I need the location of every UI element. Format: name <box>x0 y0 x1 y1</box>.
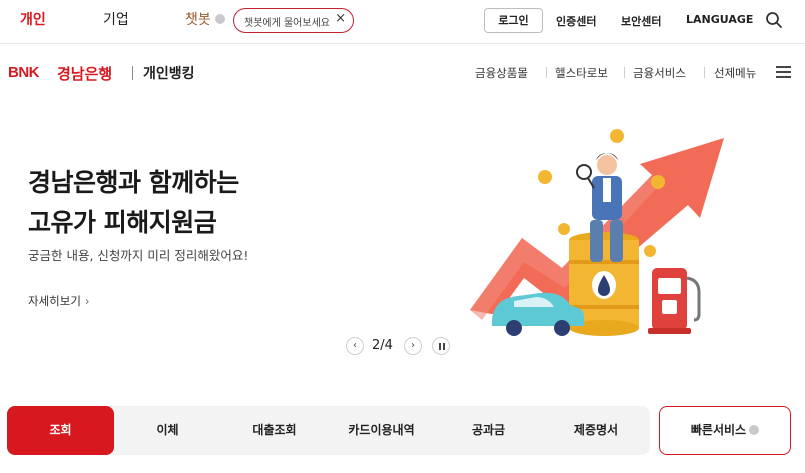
hero-subtitle: 궁금한 내용, 신청까지 미리 정리해왔어요! <box>28 248 249 263</box>
chatbot-label[interactable]: 챗봇 <box>185 9 211 29</box>
gnb-item-all-menu[interactable]: 선제메뉴 <box>714 65 756 81</box>
security-center-link[interactable]: 보안센터 <box>621 13 661 29</box>
gnb-divider <box>624 67 625 78</box>
carousel-next-button[interactable]: › <box>404 337 422 355</box>
gnb-divider <box>546 67 547 78</box>
logo-bnk: BNK <box>8 64 40 81</box>
quick-item-utility-bills[interactable]: 공과금 <box>435 406 542 455</box>
search-icon[interactable] <box>765 11 783 29</box>
chatbot-input[interactable]: 챗봇에게 물어보세요 × <box>233 8 354 33</box>
hero-title: 경남은행과 함께하는 고유가 피해지원금 <box>28 163 239 243</box>
carousel-page-indicator: 2/4 <box>372 338 393 353</box>
quick-item-transfer[interactable]: 이체 <box>114 406 221 455</box>
login-button[interactable]: 로그인 <box>484 8 543 33</box>
gnb-divider <box>704 67 705 78</box>
hero-title-line2: 고유가 피해지원금 <box>28 208 217 237</box>
quick-item-certificates[interactable]: 제증명서 <box>542 406 650 455</box>
service-title[interactable]: 개인뱅킹 <box>143 63 195 83</box>
quick-item-card-history[interactable]: 카드이용내역 <box>328 406 435 455</box>
menu-icon[interactable] <box>776 66 791 78</box>
tab-personal[interactable]: 개인 <box>20 9 46 29</box>
chatbot-placeholder: 챗봇에게 물어보세요 <box>244 18 330 29</box>
cert-center-link[interactable]: 인증센터 <box>556 13 596 29</box>
carousel-prev-button[interactable]: ‹ <box>346 337 364 355</box>
logo-bank-name: 경남은행 <box>57 65 113 83</box>
quick-item-loan[interactable]: 대출조회 <box>221 406 328 455</box>
chevron-right-icon: › <box>84 294 90 308</box>
quick-menu-bar: 조회 이체 대출조회 카드이용내역 공과금 제증명서 <box>7 406 650 455</box>
fast-service-label: 빠른서비스 <box>690 423 747 437</box>
top-bar: 개인 기업 챗봇 챗봇에게 물어보세요 × 로그인 인증센터 보안센터 LANG… <box>0 0 805 44</box>
gnb-item-healthcare[interactable]: 헬스타로보 <box>555 65 608 81</box>
chatbot-info-icon <box>215 14 225 24</box>
hero-more-link[interactable]: 자세히보기 › <box>28 293 90 309</box>
gnb-item-products[interactable]: 금융상품몰 <box>475 65 528 81</box>
fast-service-button[interactable]: 빠른서비스 <box>659 406 791 455</box>
hero-more-label: 자세히보기 <box>28 294 81 308</box>
tab-corporate[interactable]: 기업 <box>103 9 129 29</box>
gnb-item-services[interactable]: 금융서비스 <box>633 65 686 81</box>
hero-title-line1: 경남은행과 함께하는 <box>28 168 239 197</box>
logo-divider <box>132 66 133 80</box>
pause-icon[interactable] <box>432 337 450 355</box>
close-icon[interactable]: × <box>335 11 346 26</box>
quick-item-inquiry[interactable]: 조회 <box>7 406 114 455</box>
info-icon <box>749 425 760 435</box>
language-link[interactable]: LANGUAGE <box>686 13 753 26</box>
hero-illustration <box>470 129 724 336</box>
